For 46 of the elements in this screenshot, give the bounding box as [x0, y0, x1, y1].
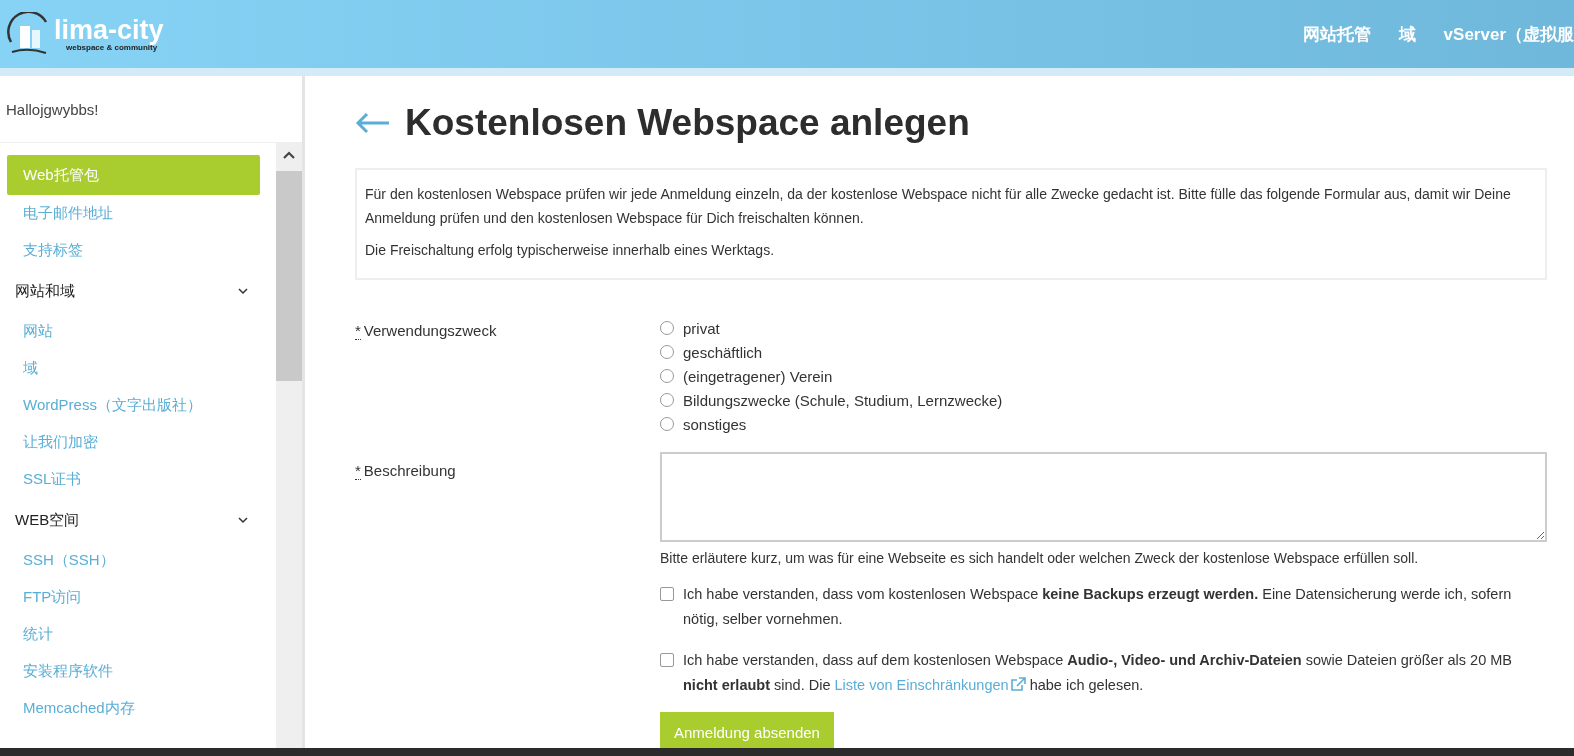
sidebar-group-label[interactable]: 网站和域 [15, 281, 75, 301]
sidebar-item[interactable]: 电子邮件地址 [7, 195, 260, 232]
logo-name: lima-city [54, 16, 164, 43]
scrollbar[interactable] [276, 143, 302, 748]
restrictions-link[interactable]: Liste von Einschränkungen [834, 677, 1026, 693]
external-link-icon[interactable] [1010, 677, 1026, 691]
field-label: Verwendungszweck [363, 322, 497, 339]
sidebar-item[interactable]: 域 [7, 350, 260, 387]
sidebar-item[interactable]: WordPress（文字出版社） [7, 387, 260, 424]
sidebar-item[interactable]: 网站 [7, 313, 260, 350]
radio-label[interactable]: sonstiges [683, 415, 747, 433]
field-label: Beschreibung [363, 462, 456, 479]
nav-link[interactable]: 域 [1398, 22, 1416, 46]
sidebar-item[interactable]: SSH（SSH） [7, 542, 260, 579]
radio-label[interactable]: (eingetragener) Verein [683, 367, 833, 385]
field-hint: Bitte erläutere kurz, um was für eine Webseite es sich handelt oder welchen Zweck der kostenlose Webspace erfüllen soll. [660, 550, 1420, 566]
sidebar-item[interactable]: 统计 [7, 616, 260, 653]
description-field[interactable] [660, 452, 1547, 542]
back-arrow-icon[interactable] [355, 112, 391, 134]
required-mark: * [355, 322, 361, 340]
scrollbar-thumb[interactable] [276, 171, 302, 381]
sidebar-item[interactable]: SSL证书 [7, 461, 260, 498]
consent-text: Ich habe verstanden, dass auf dem kostenlosen Webspace Audio-, Video- und Archiv-Dateien sowie Dateien größer als 20 MB nicht erlaubt sind. Die Liste von Einschränkungen habe ich gelesen. [683, 651, 1513, 695]
sidebar-item[interactable]: Memcached内存 [7, 690, 260, 727]
sidebar-group-label[interactable]: WEB空间 [15, 510, 80, 530]
info-paragraph: Für den kostenlosen Webspace prüfen wir jede Anmeldung einzeln, da der kostenlose Webspace nicht für alle Zwecke gedacht ist. Bitte fülle das folgende Formular aus, damit wir Deine Anmeldung prüfen und den kostenlosen Webspace für Dich freischalten können. [365, 185, 1512, 228]
nav-link[interactable]: vServer（虚拟服 [1443, 22, 1574, 46]
sidebar-item[interactable]: FTP访问 [7, 579, 260, 616]
page-title: Kostenlosen Webspace anlegen [405, 102, 970, 144]
radio-label[interactable]: geschäftlich [683, 343, 763, 361]
info-paragraph: Die Freischaltung erfolg typischerweise innerhalb eines Werktags. [365, 241, 776, 260]
checkbox[interactable] [660, 587, 674, 601]
nav-link[interactable]: 网站托管 [1302, 22, 1371, 46]
sidebar-item[interactable]: 让我们加密 [7, 424, 260, 461]
chevron-icon[interactable] [238, 287, 248, 295]
radio-label[interactable]: privat [683, 319, 720, 337]
required-mark: * [355, 462, 361, 480]
chevron-icon[interactable] [238, 516, 248, 524]
sidebar-item[interactable]: Web托管包 [7, 155, 260, 195]
scroll-up-icon[interactable] [283, 151, 295, 159]
checkbox[interactable] [660, 653, 674, 667]
sidebar-item[interactable]: 支持标签 [7, 232, 260, 269]
radio-label[interactable]: Bildungszwecke (Schule, Studium, Lernzwecke) [683, 391, 1003, 409]
sidebar-item[interactable]: 安装程序软件 [7, 653, 260, 690]
consent-text: Ich habe verstanden, dass vom kostenlosen Webspace keine Backups erzeugt werden. Eine Datensicherung werde ich, sofern nötig, selber vornehmen. [683, 585, 1513, 629]
greeting-text: Hallojgwybbs! [0, 76, 302, 143]
